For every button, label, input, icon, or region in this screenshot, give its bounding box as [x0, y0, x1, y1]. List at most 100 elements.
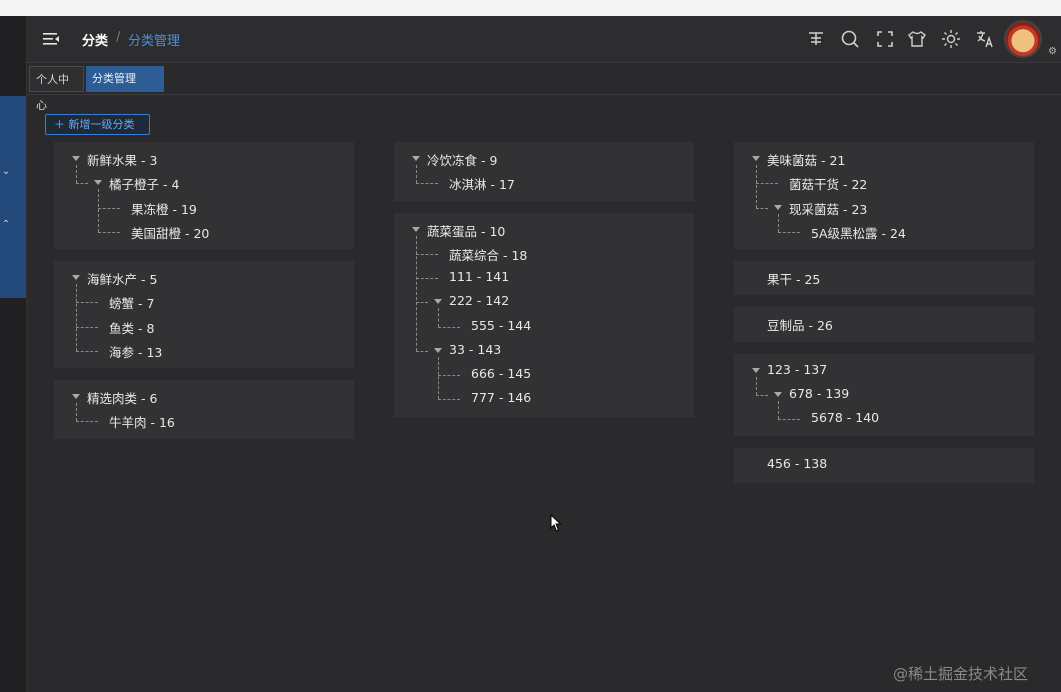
tree-node-label[interactable]: 456 - 138: [767, 456, 827, 471]
fullscreen-icon[interactable]: [875, 29, 895, 49]
category-card: 美味菌菇 - 21 菌菇干货 - 22 现采菌菇 - 23 5A级黑松露 - 24: [734, 142, 1034, 249]
sun-icon[interactable]: [941, 29, 961, 49]
tree-connector: [416, 302, 428, 304]
tree-node-label[interactable]: 鱼类 - 8: [109, 318, 154, 337]
tree-connector: [76, 421, 98, 423]
avatar-gear-icon[interactable]: ⚙: [1048, 46, 1057, 57]
tree-node-label[interactable]: 果干 - 25: [767, 269, 820, 288]
tree-connector: [756, 183, 778, 185]
tree-connector: [76, 350, 98, 352]
tree-node-label[interactable]: 冷饮冻食 - 9: [427, 150, 497, 169]
category-card: 精选肉类 - 6 牛羊肉 - 16: [54, 380, 354, 439]
caret-down-icon[interactable]: [434, 299, 442, 305]
tree-connector: [76, 326, 98, 328]
tree-connector: [76, 183, 88, 185]
tree-node-label[interactable]: 螃蟹 - 7: [109, 293, 154, 312]
tree-connector: [416, 278, 438, 279]
watermark: @稀土掘金技术社区: [893, 665, 1029, 683]
tree-connector: [438, 399, 460, 401]
tree-connector: [98, 231, 120, 233]
size-icon[interactable]: [806, 29, 826, 49]
tree-node-label[interactable]: 牛羊肉 - 16: [109, 412, 175, 431]
tree-connector: [756, 207, 768, 209]
tree-connector: [438, 308, 439, 327]
mouse-cursor-icon: [550, 514, 562, 532]
tree-connector: [778, 231, 800, 233]
tree-node-label[interactable]: 菌菇干货 - 22: [789, 174, 867, 193]
category-card: 123 - 137 678 - 139 5678 - 140: [734, 353, 1034, 437]
category-card: 新鲜水果 - 3 橘子橙子 - 4 果冻橙 - 19 美国甜橙 - 20: [54, 142, 354, 249]
search-icon[interactable]: [840, 29, 860, 49]
tree-connector: [438, 375, 460, 376]
tree-connector: [416, 350, 428, 352]
tag-category-management[interactable]: 分类管理: [86, 66, 164, 92]
sidebar-active-block[interactable]: [0, 96, 26, 298]
tag-personal-center[interactable]: 个人中心: [29, 66, 84, 112]
caret-down-icon[interactable]: [412, 156, 420, 161]
caret-down-icon[interactable]: [412, 226, 420, 232]
tree-node-label[interactable]: 666 - 145: [471, 366, 531, 381]
chevron-down-icon[interactable]: ⌄: [0, 166, 12, 178]
tree-node-label[interactable]: 5678 - 140: [811, 410, 879, 425]
caret-down-icon[interactable]: [72, 275, 80, 280]
add-top-category-button[interactable]: ＋ 新增一级分类: [45, 114, 150, 135]
menu-fold-icon[interactable]: [43, 31, 59, 47]
tree-node-label[interactable]: 555 - 144: [471, 318, 531, 333]
tree-node-label[interactable]: 222 - 142: [449, 293, 509, 308]
category-card: 果干 - 25: [734, 261, 1034, 296]
tree-node-label[interactable]: 111 - 141: [449, 269, 509, 284]
caret-down-icon[interactable]: [72, 394, 80, 399]
tree-connector: [438, 356, 439, 400]
caret-down-icon[interactable]: [774, 204, 782, 210]
tree-connector: [98, 189, 99, 232]
breadcrumb-root[interactable]: 分类: [82, 30, 108, 49]
tree-node-label[interactable]: 豆制品 - 26: [767, 315, 833, 334]
caret-down-icon[interactable]: [94, 180, 102, 186]
user-avatar[interactable]: [1004, 20, 1042, 58]
tree-connector: [416, 253, 438, 255]
tree-connector: [76, 284, 77, 351]
tree-node-label[interactable]: 海鲜水产 - 5: [87, 269, 157, 288]
chevron-up-icon[interactable]: ⌃: [0, 219, 12, 231]
category-card: 蔬菜蛋品 - 10 蔬菜综合 - 18 111 - 141 222 - 142 555 …: [394, 212, 694, 417]
caret-down-icon[interactable]: [774, 391, 782, 397]
theme-skin-icon[interactable]: [907, 29, 927, 49]
tree-node-label[interactable]: 现采菌菇 - 23: [789, 199, 867, 218]
tree-node-label[interactable]: 海参 - 13: [109, 342, 162, 361]
sidebar: ⌄ ⌃: [0, 16, 27, 692]
tree-node-label[interactable]: 蔬菜蛋品 - 10: [427, 221, 505, 240]
caret-down-icon[interactable]: [72, 156, 80, 161]
tree-connector: [416, 183, 438, 185]
tree-node-label[interactable]: 蔬菜综合 - 18: [449, 245, 527, 264]
tree-node-label[interactable]: 橘子橙子 - 4: [109, 174, 179, 193]
tree-node-label[interactable]: 美国甜橙 - 20: [131, 223, 209, 242]
tree-connector: [416, 165, 417, 184]
tree-node-label[interactable]: 33 - 143: [449, 342, 501, 357]
tree-node-label[interactable]: 678 - 139: [789, 386, 849, 401]
tree-connector: [76, 403, 77, 422]
tree-connector: [756, 376, 757, 395]
tree-connector: [76, 302, 98, 304]
category-card: 456 - 138: [734, 448, 1034, 483]
tree-connector: [756, 394, 768, 396]
tree-node-label[interactable]: 新鲜水果 - 3: [87, 150, 157, 169]
add-top-category-label: 新增一级分类: [68, 118, 135, 131]
caret-down-icon[interactable]: [752, 156, 760, 161]
tree-node-label[interactable]: 777 - 146: [471, 390, 531, 405]
tree-connector: [76, 165, 77, 184]
browser-top-strip: [0, 0, 1061, 16]
tree-node-label[interactable]: 精选肉类 - 6: [87, 388, 157, 407]
plus-icon: ＋: [54, 118, 65, 131]
tree-node-label[interactable]: 123 - 137: [767, 362, 827, 377]
caret-down-icon[interactable]: [434, 347, 442, 353]
breadcrumb-current: 分类管理: [128, 34, 181, 49]
tree-node-label[interactable]: 果冻橙 - 19: [131, 199, 197, 218]
tree-connector: [778, 213, 779, 232]
caret-down-icon[interactable]: [752, 367, 760, 373]
tree-node-label[interactable]: 冰淇淋 - 17: [449, 174, 515, 193]
tree-node-label[interactable]: 美味菌菇 - 21: [767, 150, 845, 169]
tree-node-label[interactable]: 5A级黑松露 - 24: [811, 223, 906, 242]
translate-icon[interactable]: [975, 29, 995, 49]
tags-view-bar: 个人中心 分类管理: [27, 63, 1061, 112]
tree-connector: [756, 165, 757, 208]
